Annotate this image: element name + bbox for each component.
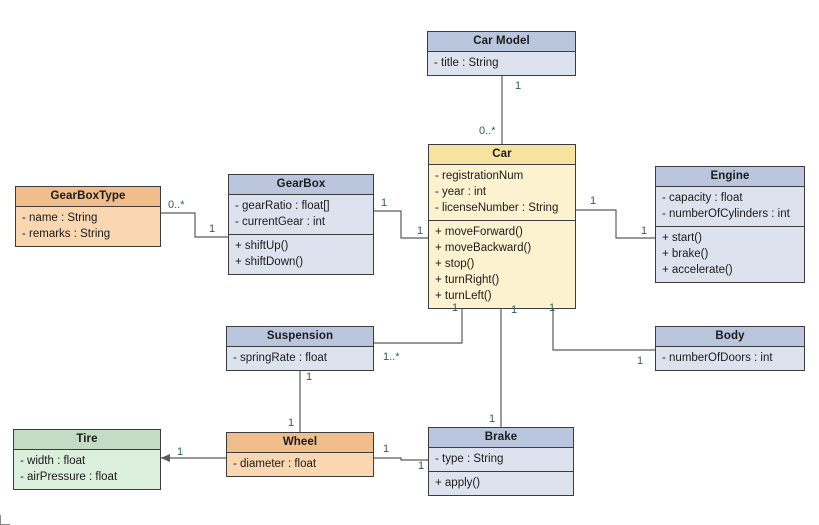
multiplicity-label: 1	[418, 460, 425, 472]
attributes-compartment-body: - numberOfDoors : int	[656, 347, 804, 370]
multiplicity-label: 1	[417, 225, 424, 237]
multiplicity-label: 1..*	[383, 351, 400, 363]
method-row: + moveForward()	[435, 226, 523, 238]
multiplicity-label: 0..*	[168, 199, 185, 211]
methods-compartment-brake: + apply()	[429, 471, 573, 495]
method-row: + brake()	[662, 248, 709, 260]
attribute-row: - width : float	[20, 455, 86, 467]
class-box-suspension[interactable]: Suspension - springRate : float	[226, 326, 374, 371]
attributes-compartment-gearbox: - gearRatio : float[] - currentGear : int	[229, 195, 373, 234]
methods-compartment-car: + moveForward() + moveBackward() + stop() +…	[429, 220, 575, 308]
attribute-row: - title : String	[434, 57, 499, 69]
class-name-gearbox: GearBox	[229, 175, 373, 195]
attribute-row: - numberOfDoors : int	[662, 352, 773, 364]
attribute-row: - year : int	[435, 186, 487, 198]
attribute-row: - type : String	[435, 453, 504, 465]
method-row: + moveBackward()	[435, 242, 532, 254]
arrowhead-icon	[161, 454, 170, 462]
attribute-row: - airPressure : float	[20, 471, 118, 483]
class-name-car-model: Car Model	[428, 32, 575, 52]
method-row: + apply()	[435, 477, 481, 489]
attribute-row: - diameter : float	[233, 458, 317, 470]
class-name-tire: Tire	[14, 430, 160, 450]
class-name-body: Body	[656, 327, 804, 347]
class-box-body[interactable]: Body - numberOfDoors : int	[655, 326, 805, 371]
method-row: + turnRight()	[435, 274, 500, 286]
attribute-row: - currentGear : int	[235, 216, 326, 228]
class-name-gearboxtype: GearBoxType	[16, 187, 160, 207]
multiplicity-label: 0..*	[479, 125, 496, 137]
methods-compartment-gearbox: + shiftUp() + shiftDown()	[229, 234, 373, 274]
multiplicity-label: 1	[549, 302, 556, 314]
attributes-compartment-gearboxtype: - name : String - remarks : String	[16, 207, 160, 246]
multiplicity-label: 1	[489, 413, 496, 425]
class-box-gearboxtype[interactable]: GearBoxType - name : String - remarks : St…	[15, 186, 161, 247]
attribute-row: - registrationNum	[435, 170, 524, 182]
method-row: + shiftDown()	[235, 256, 304, 268]
class-box-gearbox[interactable]: GearBox - gearRatio : float[] - currentGea…	[228, 174, 374, 275]
class-box-engine[interactable]: Engine - capacity : float - numberOfCylind…	[655, 166, 805, 283]
connector-line	[161, 212, 228, 238]
attributes-compartment-car-model: - title : String	[428, 52, 575, 75]
class-name-engine: Engine	[656, 167, 804, 187]
attributes-compartment-tire: - width : float - airPressure : float	[14, 450, 160, 489]
multiplicity-label: 1	[637, 355, 644, 367]
methods-compartment-engine: + start() + brake() + accelerate()	[656, 226, 804, 282]
multiplicity-label: 1	[641, 225, 648, 237]
multiplicity-label: 1	[511, 304, 518, 316]
uml-diagram-canvas: Car Model - title : String Car - registrati…	[0, 0, 819, 525]
attribute-row: - name : String	[22, 212, 98, 224]
attributes-compartment-wheel: - diameter : float	[227, 453, 373, 476]
method-row: + stop()	[435, 258, 475, 270]
class-box-wheel[interactable]: Wheel - diameter : float	[226, 432, 374, 477]
attribute-row: - gearRatio : float[]	[235, 200, 330, 212]
class-name-wheel: Wheel	[227, 433, 373, 453]
class-box-car[interactable]: Car - registrationNum - year : int - licens…	[428, 144, 576, 309]
method-row: + accelerate()	[662, 264, 733, 276]
class-box-tire[interactable]: Tire - width : float - airPressure : float	[13, 429, 161, 490]
attribute-row: - licenseNumber : String	[435, 202, 559, 214]
multiplicity-label: 1	[381, 197, 388, 209]
multiplicity-label: 1	[288, 417, 295, 429]
method-row: + start()	[662, 232, 702, 244]
attribute-row: - capacity : float	[662, 192, 743, 204]
method-row: + shiftUp()	[235, 240, 289, 252]
attributes-compartment-suspension: - springRate : float	[227, 347, 373, 370]
attributes-compartment-engine: - capacity : float - numberOfCylinders : …	[656, 187, 804, 226]
attributes-compartment-brake: - type : String	[429, 448, 573, 471]
attribute-row: - springRate : float	[233, 352, 327, 364]
class-name-brake: Brake	[429, 428, 573, 448]
class-name-car: Car	[429, 145, 575, 165]
class-box-brake[interactable]: Brake - type : String + apply()	[428, 427, 574, 496]
class-name-suspension: Suspension	[227, 327, 373, 347]
attributes-compartment-car: - registrationNum - year : int - licenseNu…	[429, 165, 575, 220]
multiplicity-label: 1	[177, 446, 184, 458]
multiplicity-label: 1	[383, 443, 390, 455]
multiplicity-label: 1	[515, 80, 522, 92]
multiplicity-label: 1	[209, 223, 216, 235]
canvas-corner-marker	[0, 515, 10, 525]
multiplicity-label: 1	[590, 195, 597, 207]
attribute-row: - numberOfCylinders : int	[662, 208, 790, 220]
class-box-car-model[interactable]: Car Model - title : String	[427, 31, 576, 76]
attribute-row: - remarks : String	[22, 228, 111, 240]
multiplicity-label: 1	[452, 302, 459, 314]
multiplicity-label: 1	[306, 371, 313, 383]
